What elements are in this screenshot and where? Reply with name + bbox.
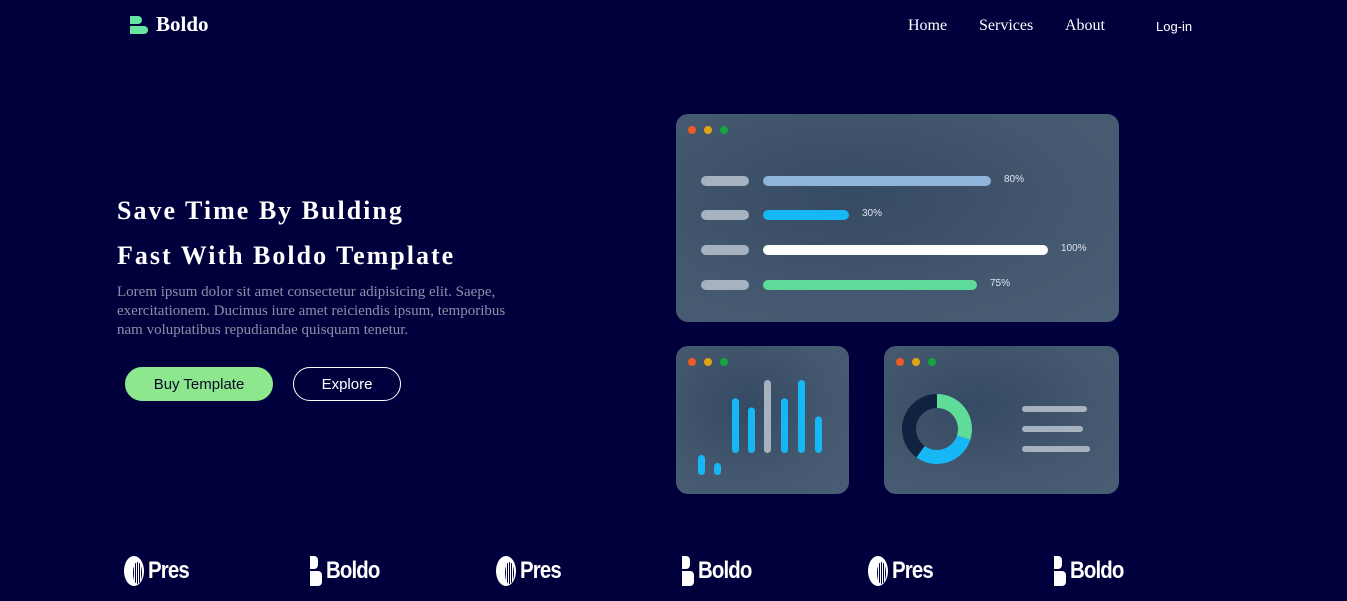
buy-template-button[interactable]: Buy Template	[125, 367, 273, 401]
partner-name: Pres	[148, 557, 190, 584]
progress-row: 100%	[701, 243, 1101, 255]
boldo-logo-icon	[1054, 556, 1066, 586]
login-link[interactable]: Log-in	[1156, 19, 1192, 34]
partner-name: Boldo	[1070, 557, 1124, 584]
progress-percent: 30%	[862, 208, 883, 219]
progress-percent: 80%	[1004, 174, 1025, 185]
mini-donut-chart	[902, 394, 972, 464]
bar-chart-card	[676, 346, 849, 494]
donut-slice	[916, 435, 971, 464]
hero-title: Save Time By Bulding Fast With Boldo Tem…	[117, 188, 577, 278]
bar	[698, 455, 705, 475]
bar	[815, 416, 822, 453]
mini-bar-chart	[698, 380, 822, 475]
donut-chart-card	[884, 346, 1119, 494]
window-dots	[688, 126, 728, 134]
progress-row: 80%	[701, 174, 1101, 186]
pres-logo-icon	[496, 556, 516, 586]
partner-logo-boldo: Boldo	[682, 556, 761, 586]
partner-logo-pres: Pres	[124, 556, 196, 586]
bar	[748, 407, 755, 453]
partner-name: Boldo	[326, 557, 380, 584]
progress-percent: 100%	[1061, 243, 1087, 254]
progress-bar	[763, 210, 849, 220]
progress-label-placeholder	[701, 245, 749, 255]
partner-name: Pres	[892, 557, 934, 584]
partner-logo-boldo: Boldo	[310, 556, 389, 586]
boldo-logo-icon	[310, 556, 322, 586]
progress-percent: 75%	[990, 278, 1011, 289]
nav-home-link[interactable]: Home	[908, 17, 947, 35]
boldo-logo-icon	[682, 556, 694, 586]
hero-title-line1: Save Time By Bulding	[117, 196, 404, 225]
progress-card: 80% 30% 100% 75%	[676, 114, 1119, 322]
pres-logo-icon	[868, 556, 888, 586]
partner-logo-boldo: Boldo	[1054, 556, 1133, 586]
pres-logo-icon	[124, 556, 144, 586]
nav-services-link[interactable]: Services	[979, 17, 1033, 35]
legend-line	[1022, 426, 1083, 432]
hero-title-line2: Fast With Boldo Template	[117, 241, 456, 270]
hero-description: Lorem ipsum dolor sit amet consectetur a…	[117, 284, 506, 338]
explore-button[interactable]: Explore	[293, 367, 401, 401]
bar	[764, 380, 771, 453]
partner-logos: Pres Boldo Pres Boldo Pres Boldo	[0, 556, 1347, 592]
bar	[714, 463, 721, 475]
bar	[781, 398, 788, 453]
partner-name: Boldo	[698, 557, 752, 584]
progress-label-placeholder	[701, 176, 749, 186]
progress-bar	[763, 245, 1048, 255]
progress-bar	[763, 176, 991, 186]
legend-line	[1022, 406, 1087, 412]
progress-label-placeholder	[701, 210, 749, 220]
partner-logo-pres: Pres	[496, 556, 568, 586]
donut-slice	[902, 394, 938, 458]
donut-slice	[936, 394, 972, 440]
partner-name: Pres	[520, 557, 562, 584]
partner-logo-pres: Pres	[868, 556, 940, 586]
progress-bar	[763, 280, 977, 290]
progress-row: 30%	[701, 208, 1101, 220]
legend-line	[1022, 446, 1090, 452]
bar	[798, 380, 805, 453]
progress-label-placeholder	[701, 280, 749, 290]
main-nav: Home Services About Log-in	[0, 17, 1347, 37]
nav-about-link[interactable]: About	[1065, 17, 1105, 35]
progress-row: 75%	[701, 278, 1101, 290]
bar	[732, 398, 739, 453]
